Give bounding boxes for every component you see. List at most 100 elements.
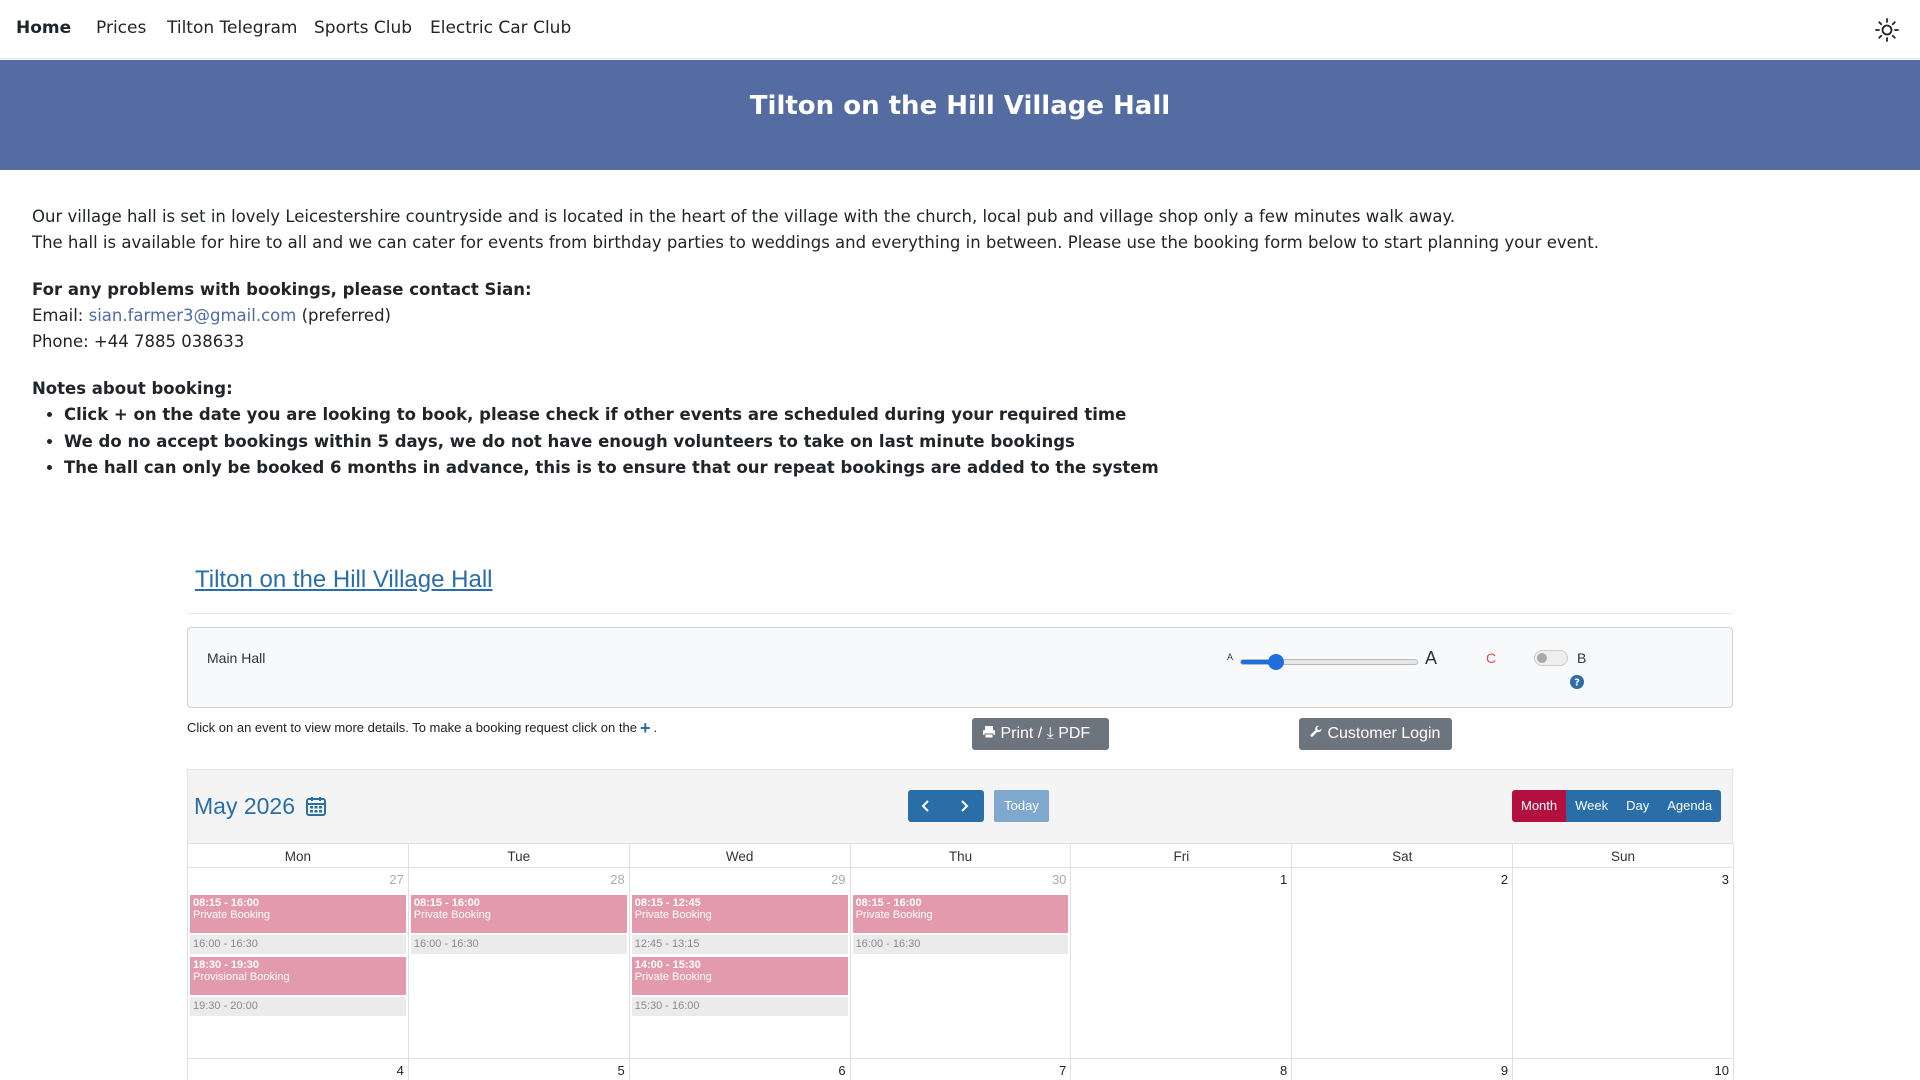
- event-time: 08:15 - 16:00: [193, 897, 260, 909]
- sun-icon[interactable]: [1874, 17, 1900, 43]
- nav-prices[interactable]: Prices: [96, 18, 146, 38]
- view-switcher: Month Week Day Agenda: [1512, 790, 1722, 822]
- calendar-day-cell[interactable]: 8: [1071, 1059, 1293, 1080]
- day-number: 4: [396, 1063, 404, 1078]
- calendar-gap-slot: 16:00 - 16:30: [852, 935, 1069, 954]
- calendar-icon[interactable]: [305, 795, 327, 817]
- event-time: 14:00 - 15:30: [634, 959, 701, 971]
- next-month-button[interactable]: [946, 790, 984, 822]
- font-size-small-label: A: [1227, 652, 1234, 662]
- calendar-day-cell[interactable]: 10: [1513, 1059, 1734, 1080]
- event-time: 18:30 - 19:30: [193, 959, 260, 971]
- intro-section: Our village hall is set in lovely Leices…: [32, 204, 1892, 482]
- event-time: 08:15 - 12:45: [634, 897, 701, 909]
- page-title: Tilton on the Hill Village Hall: [749, 91, 1171, 121]
- calendar-toolbar: May 2026 Today Month Week Day Agenda: [187, 769, 1733, 843]
- calendar-day-cell[interactable]: 9: [1292, 1059, 1514, 1080]
- event-time: 08:15 - 16:00: [855, 897, 922, 909]
- day-number: 8: [1280, 1063, 1288, 1078]
- intro-paragraph-1: Our village hall is set in lovely Leices…: [32, 207, 1456, 226]
- calendar-grid: Mon Tue Wed Thu Fri Sat Sun 27 08:15 - 16:00 Pri…: [187, 843, 1734, 1080]
- weekday-header: Tue: [408, 843, 630, 868]
- day-number: 1: [1280, 872, 1288, 887]
- event-label: Private Booking: [634, 909, 712, 921]
- svg-text:?: ?: [1574, 678, 1580, 689]
- intro-paragraph-2: The hall is available for hire to all an…: [32, 233, 1599, 252]
- day-number: 6: [838, 1063, 846, 1078]
- view-day-button[interactable]: Day: [1617, 790, 1659, 822]
- calendar-month-title: May 2026: [194, 793, 296, 819]
- chevron-right-icon: [961, 800, 969, 812]
- nav-electric-car-club[interactable]: Electric Car Club: [430, 18, 571, 38]
- contrast-toggle[interactable]: C: [1486, 650, 1496, 666]
- weekday-header: Mon: [188, 843, 409, 868]
- hero-banner: Tilton on the Hill Village Hall: [0, 60, 1920, 170]
- view-week-button[interactable]: Week: [1566, 790, 1618, 822]
- email-label: Email:: [32, 306, 84, 325]
- calendar-event[interactable]: 08:15 - 16:00 Private Booking: [190, 895, 406, 933]
- calendar-event[interactable]: 18:30 - 19:30 Provisional Booking: [190, 957, 406, 995]
- calendar-day-cell[interactable]: 3: [1513, 868, 1734, 1059]
- day-number: 28: [610, 872, 625, 887]
- divider: [187, 613, 1733, 614]
- prev-month-button[interactable]: [908, 790, 946, 822]
- weekday-header-row: Mon Tue Wed Thu Fri Sat Sun: [188, 843, 1734, 868]
- today-button[interactable]: Today: [994, 790, 1049, 822]
- view-agenda-button[interactable]: Agenda: [1658, 790, 1722, 822]
- calendar-event[interactable]: 08:15 - 16:00 Private Booking: [410, 895, 627, 933]
- calendar-day-cell[interactable]: 5: [409, 1059, 630, 1080]
- nav-home[interactable]: Home: [16, 18, 71, 38]
- contact-heading: For any problems with bookings, please c…: [32, 280, 532, 299]
- calendar-day-cell[interactable]: 29 08:15 - 12:45 Private Booking 12:45 - 13…: [629, 868, 851, 1059]
- booking-hint: Click on an event to view more details. …: [187, 718, 658, 738]
- calendar-day-cell[interactable]: 2: [1292, 868, 1514, 1059]
- event-label: Private Booking: [855, 909, 933, 921]
- list-item: Click + on the date you are looking to b…: [64, 402, 1892, 429]
- calendar-day-cell[interactable]: 28 08:15 - 16:00 Private Booking 16:00 - 16…: [408, 868, 630, 1059]
- calendar-day-cell[interactable]: 6: [630, 1059, 851, 1080]
- help-icon[interactable]: ?: [1570, 675, 1584, 689]
- calendar-day-cell[interactable]: 4: [188, 1059, 409, 1080]
- calendar-gap-slot: 19:30 - 20:00: [190, 997, 406, 1016]
- customer-login-button[interactable]: Customer Login: [1299, 718, 1452, 750]
- calendar-day-cell[interactable]: 30 08:15 - 16:00 Private Booking 16:00 - 16…: [850, 868, 1072, 1059]
- wrench-icon: [1310, 725, 1322, 737]
- weekday-header: Thu: [850, 843, 1072, 868]
- calendar-day-cell[interactable]: 1: [1071, 868, 1293, 1059]
- booking-title-link[interactable]: Tilton on the Hill Village Hall: [195, 566, 492, 594]
- plus-icon: +: [639, 718, 651, 738]
- chevron-left-icon: [921, 800, 929, 812]
- day-number: 10: [1714, 1063, 1729, 1078]
- day-number: 29: [831, 872, 846, 887]
- calendar-event[interactable]: 14:00 - 15:30 Private Booking: [631, 957, 848, 995]
- calendar-gap-slot: 15:30 - 16:00: [631, 997, 848, 1016]
- event-label: Private Booking: [413, 909, 491, 921]
- print-pdf-button[interactable]: Print / ⤓ PDF: [972, 718, 1109, 750]
- font-size-slider[interactable]: [1240, 659, 1418, 665]
- notes-list: Click + on the date you are looking to b…: [32, 402, 1892, 482]
- b-toggle-switch[interactable]: [1534, 650, 1568, 666]
- event-time: 08:15 - 16:00: [413, 897, 480, 909]
- calendar-day-cell[interactable]: 7: [851, 1059, 1072, 1080]
- calendar-event[interactable]: 08:15 - 12:45 Private Booking: [631, 895, 848, 933]
- booking-controls: Main Hall A A C B ?: [187, 627, 1733, 708]
- day-number: 27: [389, 872, 404, 887]
- calendar-gap-slot: 16:00 - 16:30: [190, 935, 406, 954]
- day-number: 5: [617, 1063, 625, 1078]
- weekday-header: Fri: [1071, 843, 1293, 868]
- calendar-event[interactable]: 08:15 - 16:00 Private Booking: [852, 895, 1069, 933]
- weekday-header: Sat: [1292, 843, 1514, 868]
- email-link[interactable]: sian.farmer3@gmail.com: [89, 306, 297, 325]
- weekday-header: Wed: [629, 843, 851, 868]
- day-number: 30: [1051, 872, 1067, 887]
- top-navbar: Home Prices Tilton Telegram Sports Club …: [0, 0, 1920, 59]
- day-number: 9: [1500, 1063, 1509, 1078]
- font-size-slider-handle[interactable]: [1267, 654, 1284, 670]
- nav-sports-club[interactable]: Sports Club: [314, 18, 412, 38]
- calendar-day-cell[interactable]: 27 08:15 - 16:00 Private Booking 16:00 - 16…: [188, 868, 409, 1059]
- nav-tilton-telegram[interactable]: Tilton Telegram: [167, 18, 297, 38]
- view-month-button[interactable]: Month: [1512, 790, 1567, 822]
- room-name: Main Hall: [207, 650, 266, 666]
- email-line: Email: sian.farmer3@gmail.com (preferred…: [32, 303, 1892, 329]
- event-label: Private Booking: [634, 971, 712, 983]
